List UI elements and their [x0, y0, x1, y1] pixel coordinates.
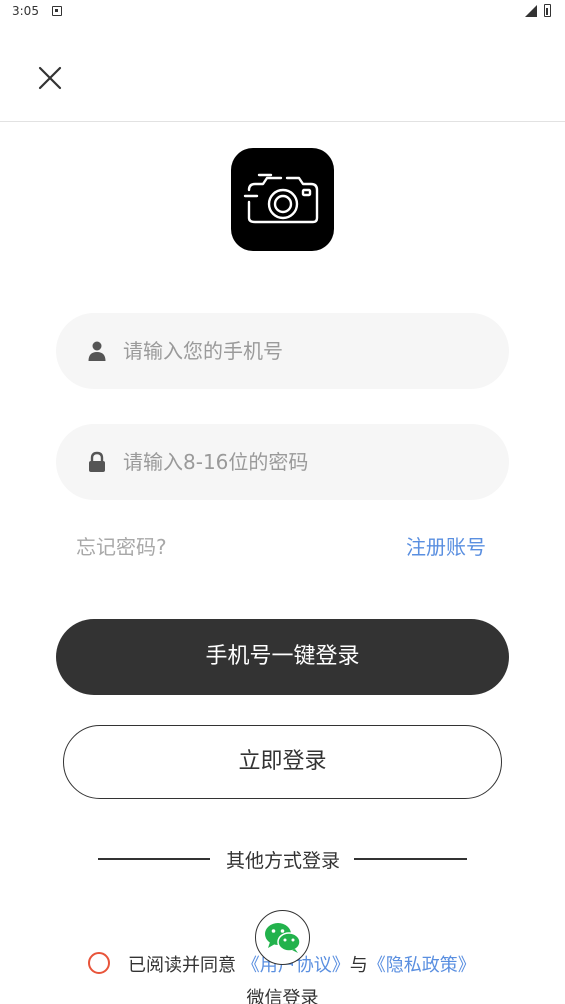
agreement-prefix: 已阅读并同意 — [128, 955, 236, 976]
forgot-password-link[interactable]: 忘记密码? — [76, 531, 167, 560]
agreement-conjunction: 与 — [349, 955, 368, 976]
password-field[interactable] — [56, 424, 509, 500]
phone-field[interactable] — [56, 313, 509, 389]
login-button[interactable]: 立即登录 — [63, 725, 502, 799]
one-click-login-button[interactable]: 手机号一键登录 — [56, 619, 509, 695]
wechat-login-button[interactable] — [255, 910, 310, 965]
wechat-icon — [265, 923, 301, 953]
signal-icon — [525, 5, 537, 17]
divider-left — [98, 858, 210, 860]
divider-right — [354, 858, 467, 860]
camera-icon — [243, 173, 319, 224]
notification-icon — [52, 6, 62, 16]
close-button[interactable] — [34, 62, 66, 94]
privacy-policy-link[interactable]: 《隐私政策》 — [368, 955, 476, 976]
other-login-title: 其他方式登录 — [226, 850, 341, 872]
lock-icon — [89, 451, 105, 472]
wechat-login-label: 微信登录 — [246, 988, 319, 1004]
register-link[interactable]: 注册账号 — [406, 531, 486, 560]
status-bar: 3:05 — [0, 0, 565, 24]
status-time: 3:05 — [12, 4, 39, 18]
header — [0, 24, 565, 122]
app-logo — [231, 148, 334, 251]
battery-icon — [544, 4, 551, 17]
login-screen: 3:05 请输入您的手机号 忘记密码? 注册账号 手机号一键登录 立即登录 其他… — [0, 0, 565, 1004]
password-input[interactable] — [123, 424, 483, 500]
user-icon — [88, 341, 106, 361]
phone-input[interactable] — [123, 313, 483, 389]
agreement-checkbox[interactable] — [88, 952, 110, 974]
close-icon — [38, 66, 62, 90]
